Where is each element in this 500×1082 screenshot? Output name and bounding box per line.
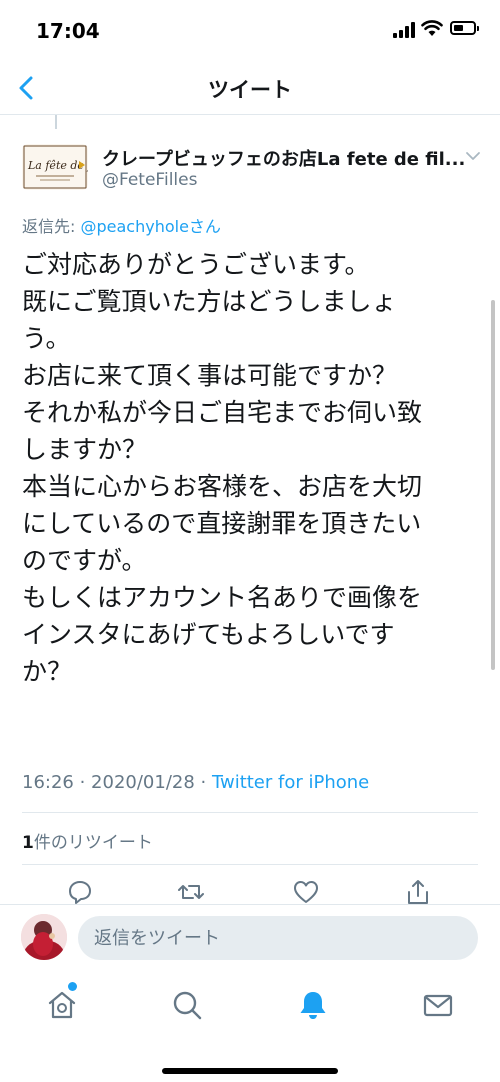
tweet-text-line: もしくはアカウント名ありで画像を — [22, 583, 423, 612]
tab-messages[interactable] — [421, 988, 455, 1022]
tab-notifications[interactable] — [296, 988, 330, 1022]
reply-to-prefix: 返信先: — [22, 217, 81, 236]
tweet-text-line: それか私が今日ご自宅までお伺い致 — [22, 398, 423, 427]
navigation-bar: ツイート — [0, 62, 500, 115]
page-title: ツイート — [208, 78, 292, 102]
retweet-count-label: 件のリツイート — [33, 833, 153, 853]
home-indicator — [162, 1068, 338, 1074]
avatar-logo-text: La fête de filles — [27, 159, 88, 172]
tweet-timestamp: 16:26 · 2020/01/28 · — [22, 772, 212, 793]
tweet-meta: 16:26 · 2020/01/28 · Twitter for iPhone — [22, 772, 369, 793]
tweet-text: ご対応ありがとうございます。 既にご覧頂いた方はどうしましょ う。 お店に来て頂… — [22, 246, 470, 690]
divider — [22, 812, 478, 813]
thread-connector-line — [55, 115, 57, 129]
tweet-text-line: お店に来て頂く事は可能ですか？ — [22, 361, 398, 390]
user-avatar[interactable] — [21, 914, 67, 960]
tab-search[interactable] — [170, 988, 204, 1022]
home-icon — [48, 991, 76, 1019]
author-avatar[interactable]: La fête de filles — [22, 144, 88, 190]
share-icon[interactable] — [404, 878, 432, 906]
home-new-content-dot — [68, 982, 77, 991]
tweet-text-line: う。 — [22, 324, 71, 353]
reply-to-mention-link[interactable]: @peachyholeさん — [80, 217, 220, 236]
tweet-text-line: ご対応ありがとうございます。 — [22, 250, 370, 279]
retweet-icon[interactable] — [177, 878, 205, 906]
tweet-text-line: か？ — [22, 657, 73, 686]
tweet-source-link[interactable]: Twitter for iPhone — [212, 772, 369, 793]
scrollbar[interactable] — [491, 300, 495, 670]
bottom-tab-bar — [0, 972, 500, 1082]
bell-icon — [300, 992, 326, 1019]
status-time: 17:04 — [36, 19, 100, 43]
heart-icon[interactable] — [292, 878, 320, 906]
reply-bar — [0, 904, 500, 973]
tweet-text-line: インスタにあげてもよろしいです — [22, 620, 395, 649]
cellular-signal-icon — [393, 22, 417, 38]
tweet-text-line: のですが。 — [22, 546, 147, 575]
tweet-text-line: しますか？ — [22, 435, 148, 464]
reply-to-line: 返信先: @peachyholeさん — [22, 213, 221, 237]
divider — [22, 864, 478, 865]
search-icon — [173, 991, 202, 1020]
tab-home[interactable] — [45, 988, 79, 1022]
reply-icon[interactable] — [66, 878, 94, 906]
status-bar: 17:04 — [0, 0, 500, 62]
retweet-count[interactable]: 1件のリツイート — [22, 828, 153, 853]
author-display-name[interactable]: クレープビュッフェのお店La fete de fil... — [102, 145, 465, 171]
tweet-text-line: 既にご覧頂いた方はどうしましょ — [22, 287, 397, 316]
reply-input[interactable] — [78, 916, 478, 960]
chevron-down-icon[interactable] — [465, 150, 481, 162]
mail-icon — [423, 994, 453, 1017]
author-handle[interactable]: @FeteFilles — [102, 170, 197, 190]
wifi-icon — [421, 20, 443, 36]
battery-icon — [450, 21, 479, 35]
retweet-count-number: 1 — [22, 833, 34, 853]
tweet-text-line: 本当に心からお客様を、お店を大切 — [22, 472, 423, 501]
tweet-text-line: にしているので直接謝罪を頂きたい — [22, 509, 422, 538]
